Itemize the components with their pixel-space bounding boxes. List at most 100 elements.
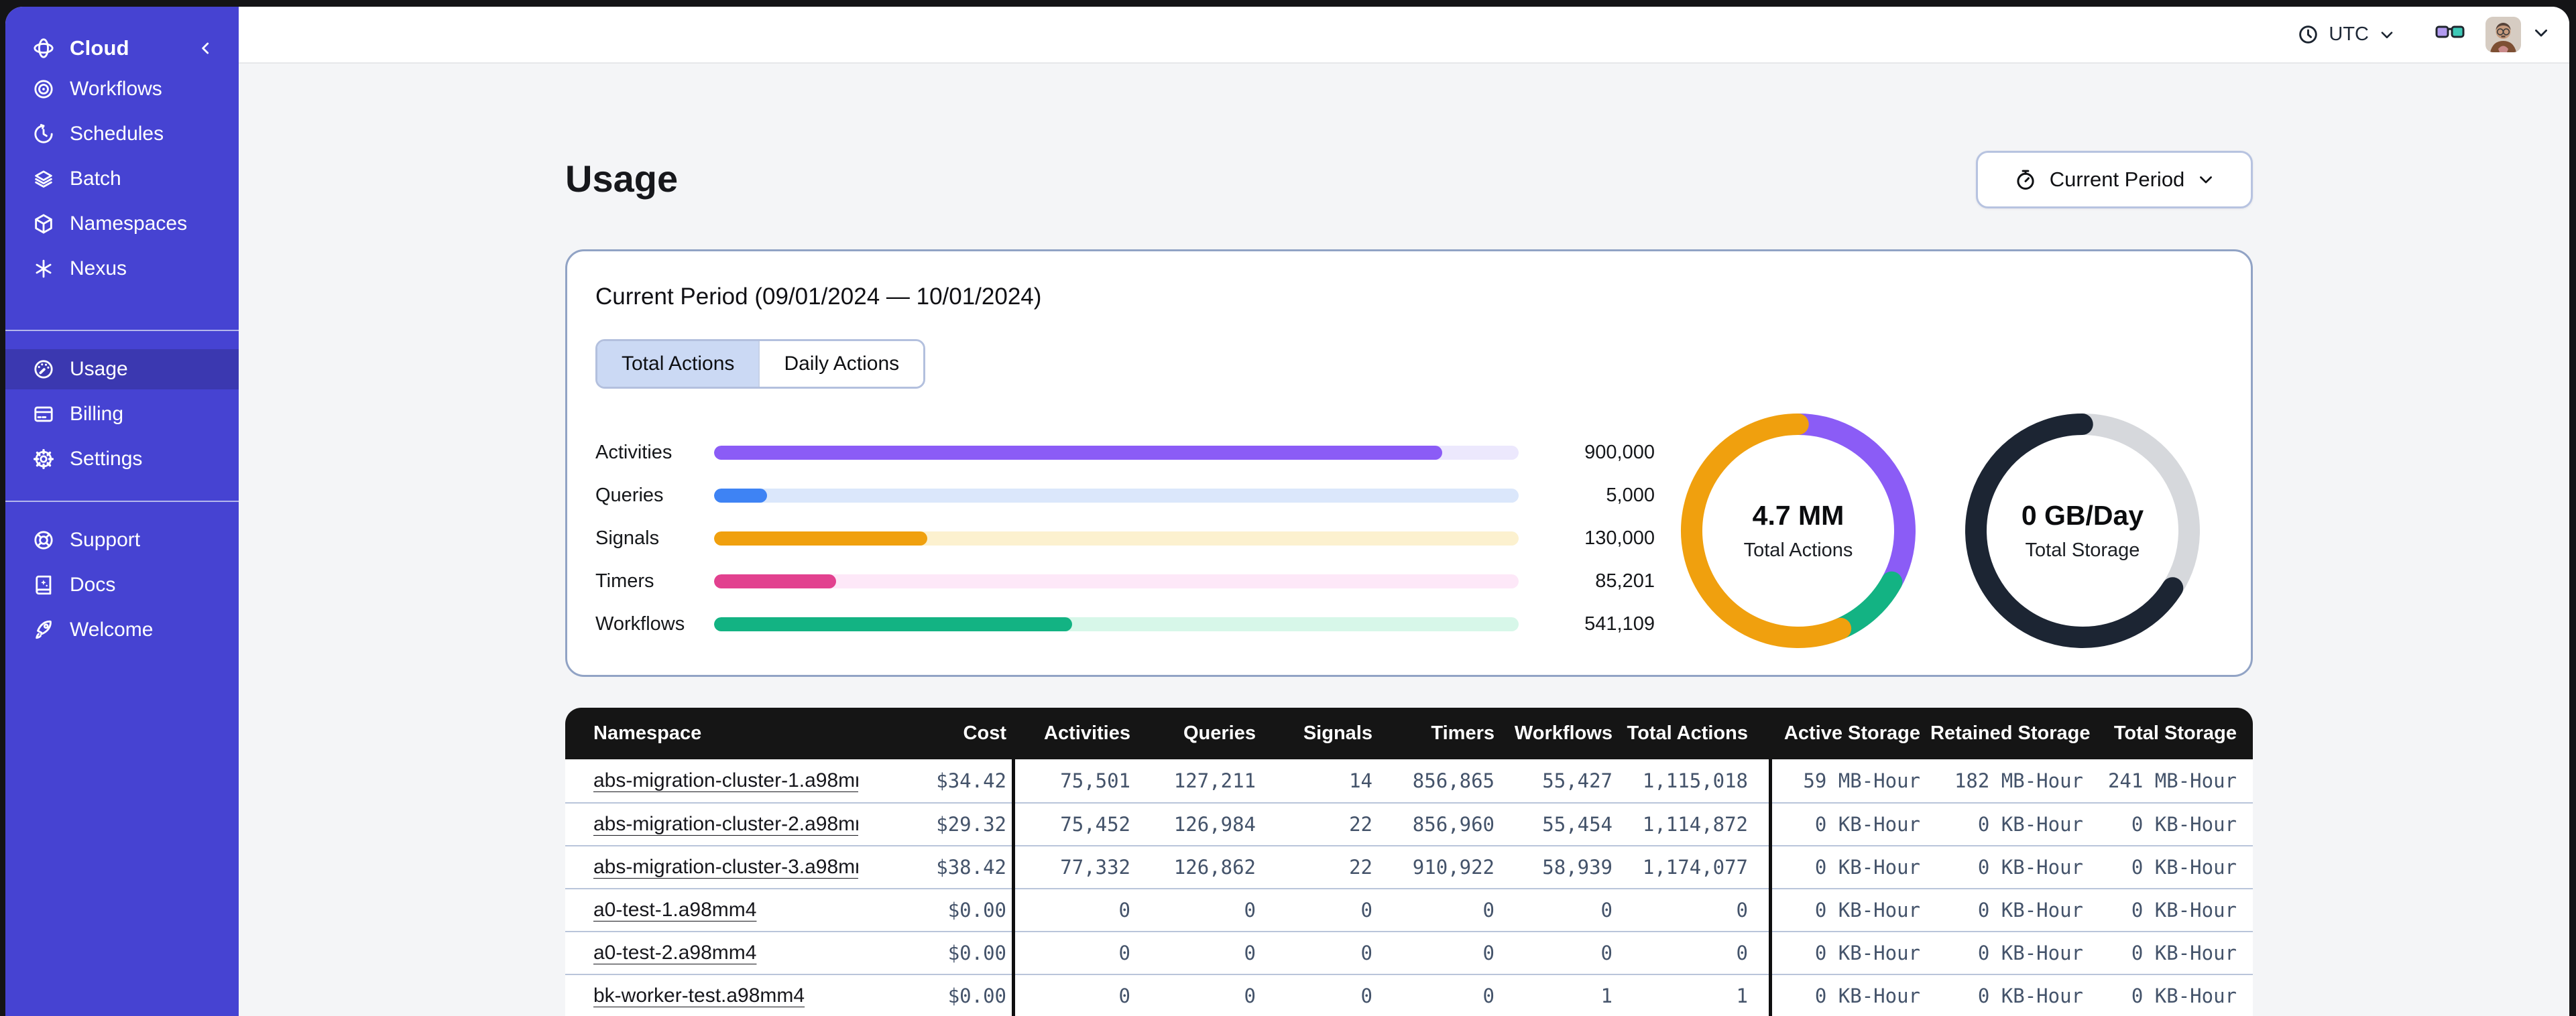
table-cell: 55,454 xyxy=(1542,813,1613,836)
table-cell: 0 xyxy=(1118,985,1130,1007)
bar-row-activities: Activities 900,000 xyxy=(595,431,1655,474)
bar-label: Queries xyxy=(595,484,664,506)
chevron-down-icon xyxy=(2200,176,2213,184)
bar-track xyxy=(714,531,1519,546)
app-window: Cloud Workflows Schedules Batch Namespaces N… xyxy=(5,7,2569,1016)
usage-icon xyxy=(32,358,55,381)
table-cell: 0 KB-Hour xyxy=(1814,813,1920,836)
timezone-selector[interactable]: UTC xyxy=(2297,23,2396,46)
table-cell: 0 xyxy=(1360,985,1372,1007)
sidebar-group-main: Workflows Schedules Batch Namespaces Nexus xyxy=(5,69,239,294)
table-cell: 0 xyxy=(1482,942,1495,964)
tab-daily-actions[interactable]: Daily Actions xyxy=(758,341,924,387)
table-cell: 0 xyxy=(1482,985,1495,1007)
avatar-photo xyxy=(2485,17,2521,52)
sidebar-item-usage[interactable]: Usage xyxy=(5,349,239,389)
account-menu-button[interactable] xyxy=(2532,23,2551,46)
table-cell: 59 MB-Hour xyxy=(1803,769,1920,792)
table-cell: 0 xyxy=(1600,899,1613,922)
table-cell: 0 KB-Hour xyxy=(1977,985,2083,1007)
donut-center-text: 4.7 MM Total Actions xyxy=(1667,400,1929,661)
batch-icon xyxy=(32,168,55,190)
total-storage-donut: 0 GB/Day Total Storage xyxy=(1952,400,2213,661)
table-cell: 0 KB-Hour xyxy=(1977,899,2083,922)
sidebar-item-settings[interactable]: Settings xyxy=(5,439,239,479)
table-cell: $0.00 xyxy=(947,985,1006,1007)
table-cell: 856,960 xyxy=(1412,813,1495,836)
sidebar-item-label: Batch xyxy=(70,168,121,190)
column-header-queries: Queries xyxy=(1183,722,1256,744)
table-cell: 0 KB-Hour xyxy=(2131,813,2237,836)
table-cell: 75,452 xyxy=(1060,813,1130,836)
sidebar-item-nexus[interactable]: Nexus xyxy=(5,249,239,289)
namespace-link[interactable]: a0-test-2.a98mm4 xyxy=(593,942,756,964)
sidebar-item-docs[interactable]: Docs xyxy=(5,565,239,605)
sidebar-item-billing[interactable]: Billing xyxy=(5,394,239,434)
table-cell: 0 xyxy=(1118,899,1130,922)
donut-value: 0 GB/Day xyxy=(2021,500,2144,531)
sidebar-item-label: Docs xyxy=(70,574,116,596)
sidebar-item-batch[interactable]: Batch xyxy=(5,159,239,199)
table-cell: 22 xyxy=(1349,813,1372,836)
period-selector-button[interactable]: Current Period xyxy=(1976,151,2253,208)
table-cell: 1 xyxy=(1600,985,1613,1007)
sidebar-item-label: Schedules xyxy=(70,123,164,145)
table-cell: 0 KB-Hour xyxy=(2131,942,2237,964)
column-header-workflows: Workflows xyxy=(1514,722,1613,744)
sidebar-item-workflows[interactable]: Workflows xyxy=(5,69,239,109)
schedules-icon xyxy=(32,123,55,145)
sidebar-item-namespaces[interactable]: Namespaces xyxy=(5,204,239,244)
sidebar-item-support[interactable]: Support xyxy=(5,520,239,560)
table-cell: $38.42 xyxy=(936,856,1006,879)
actions-view-tabs: Total Actions Daily Actions xyxy=(595,339,926,389)
workflows-icon xyxy=(32,78,55,101)
donut-label: Total Actions xyxy=(1743,539,1853,561)
bar-row-queries: Queries 5,000 xyxy=(595,474,1655,517)
bar-value: 5,000 xyxy=(1606,484,1655,506)
namespace-link[interactable]: abs-migration-cluster-3.a98mm4 xyxy=(593,856,858,878)
bar-value: 900,000 xyxy=(1584,441,1655,463)
namespace-link[interactable]: a0-test-1.a98mm4 xyxy=(593,899,756,921)
namespace-link[interactable]: abs-migration-cluster-2.a98mm4 xyxy=(593,813,858,835)
sidebar-item-label: Usage xyxy=(70,358,128,380)
billing-icon xyxy=(32,403,55,426)
namespace-link[interactable]: abs-migration-cluster-1.a98mm4 xyxy=(593,769,858,791)
table-cell: 1 xyxy=(1736,985,1748,1007)
top-bar: UTC xyxy=(239,7,2569,64)
table-row: abs-migration-cluster-2.a98mm4 $29.32 75,4… xyxy=(565,802,2253,845)
table-cell: 910,922 xyxy=(1412,856,1495,879)
table-cell: 1,115,018 xyxy=(1642,769,1748,792)
bar-row-timers: Timers 85,201 xyxy=(595,560,1655,602)
table-cell: 0 KB-Hour xyxy=(1977,856,2083,879)
bar-label: Timers xyxy=(595,570,654,592)
sidebar-item-label: Welcome xyxy=(70,619,154,641)
bar-track xyxy=(714,445,1519,460)
table-cell: 0 xyxy=(1244,985,1256,1007)
table-section-divider xyxy=(1012,759,1015,1016)
chevron-down-icon xyxy=(2381,31,2393,38)
bar-fill xyxy=(714,531,927,546)
page-title: Usage xyxy=(565,157,679,200)
sidebar-item-label: Support xyxy=(70,529,141,551)
table-cell: 0 xyxy=(1482,899,1495,922)
sidebar-item-label: Namespaces xyxy=(70,212,188,235)
period-button-label: Current Period xyxy=(2049,168,2185,191)
bar-row-workflows: Workflows 541,109 xyxy=(595,602,1655,645)
glasses-icon xyxy=(2435,25,2465,38)
tab-total-actions[interactable]: Total Actions xyxy=(597,341,759,387)
namespace-link[interactable]: bk-worker-test.a98mm4 xyxy=(593,985,805,1007)
settings-icon xyxy=(32,448,55,470)
table-header-row: Namespace Cost Activities Queries Signals Tim… xyxy=(565,708,2253,759)
sidebar-item-schedules[interactable]: Schedules xyxy=(5,114,239,154)
bar-label: Activities xyxy=(595,441,672,463)
table-cell: 55,427 xyxy=(1542,769,1613,792)
sidebar-item-welcome[interactable]: Welcome xyxy=(5,610,239,650)
table-cell: 14 xyxy=(1349,769,1372,792)
table-row: bk-worker-test.a98mm4 $0.00 0 0 0 0 1 1 0 KB-Hou… xyxy=(565,974,2253,1016)
avatar[interactable] xyxy=(2485,17,2521,52)
table-cell: 77,332 xyxy=(1060,856,1130,879)
table-cell: 0 xyxy=(1360,899,1372,922)
bar-fill xyxy=(714,617,1072,631)
sidebar-collapse-button[interactable] xyxy=(197,29,215,67)
nerdfaces-easter-egg-button[interactable] xyxy=(2435,22,2465,47)
